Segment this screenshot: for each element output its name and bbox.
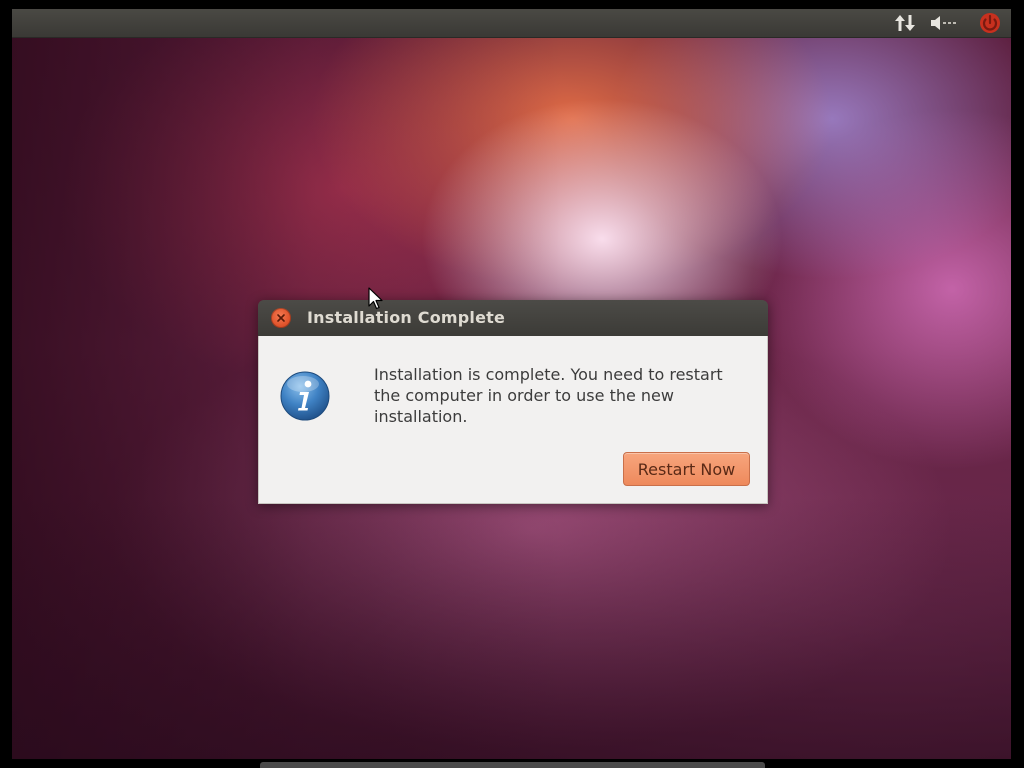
power-icon[interactable] — [978, 13, 1002, 33]
restart-now-button[interactable]: Restart Now — [623, 452, 750, 486]
mouse-cursor-icon — [368, 287, 383, 310]
close-button[interactable] — [271, 308, 291, 328]
info-icon — [280, 371, 330, 421]
installation-complete-dialog: Installation Complete Installation is co… — [258, 300, 768, 504]
dialog-body: Installation is complete. You need to re… — [258, 336, 768, 504]
volume-muted-icon[interactable] — [929, 13, 961, 33]
dialog-title: Installation Complete — [307, 308, 506, 327]
network-arrows-icon[interactable] — [892, 13, 918, 33]
dialog-message: Installation is complete. You need to re… — [374, 365, 723, 426]
close-icon — [277, 314, 285, 322]
desktop: Installation Complete Installation is co… — [12, 9, 1011, 759]
bottom-edge — [260, 762, 765, 768]
dialog-titlebar[interactable]: Installation Complete — [258, 300, 768, 336]
top-panel — [12, 9, 1011, 38]
